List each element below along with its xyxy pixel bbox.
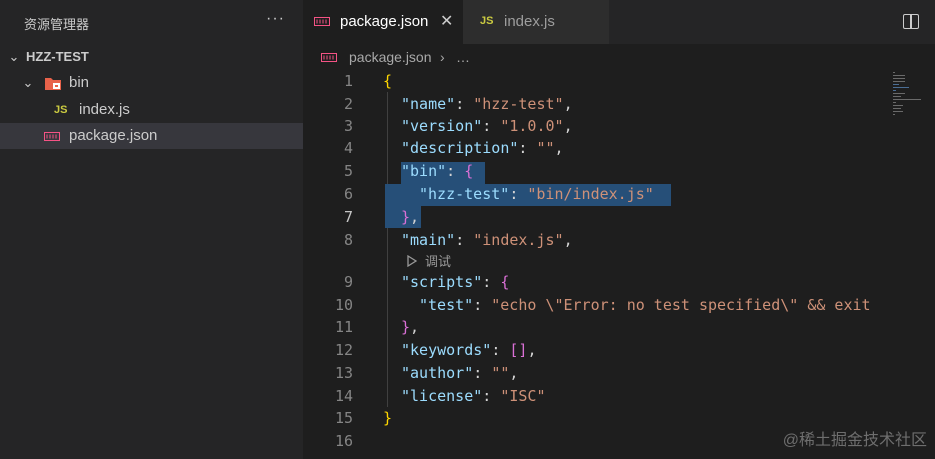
line-number: 2 (343, 95, 353, 113)
line-number: 5 (343, 162, 353, 180)
line-number: 3 (343, 117, 353, 135)
line-number: 15 (334, 409, 353, 427)
line-number: 16 (334, 432, 353, 450)
line-number: 6 (343, 185, 353, 203)
line-number: 1 (343, 72, 353, 90)
tab-label: index.js (504, 13, 555, 30)
code-line: }, (401, 208, 420, 226)
folder-label: bin (69, 74, 90, 91)
code-line: "hzz-test": "bin/index.js" (419, 185, 654, 203)
code-line: "author": "", (401, 364, 519, 382)
file-label: package.json (69, 127, 158, 144)
explorer-header: 资源管理器 ··· (0, 0, 303, 44)
line-number: 12 (334, 341, 353, 359)
close-icon[interactable]: ✕ (440, 11, 453, 31)
tab-index-js[interactable]: JS index.js (463, 0, 609, 44)
codelens-label: 调试 (425, 254, 452, 269)
json-file-icon (44, 132, 60, 141)
code-line: "test": "echo \"Error: no test specified… (419, 296, 871, 314)
code-line: "license": "ISC" (401, 387, 546, 405)
breadcrumb-more[interactable]: … (456, 44, 470, 70)
explorer-sidebar: 资源管理器 ··· ⌄ HZZ-TEST ⌄ bin JS index.js p… (0, 0, 303, 459)
code-line: "scripts": { (401, 273, 510, 291)
tree-root-hzz-test[interactable]: ⌄ HZZ-TEST (0, 44, 303, 70)
line-number: 9 (343, 273, 353, 291)
line-number: 13 (334, 364, 353, 382)
code-editor[interactable]: 1 2 3 4 5 6 7 8 9 10 11 12 13 14 15 16 {… (303, 70, 935, 459)
split-editor-icon[interactable] (903, 14, 919, 29)
js-file-icon: JS (54, 104, 68, 116)
tab-label: package.json (340, 13, 429, 30)
code-line: }, (401, 318, 420, 336)
breadcrumb: package.json › … (303, 44, 935, 70)
indent-guide (387, 92, 388, 407)
line-number: 14 (334, 387, 353, 405)
code-line: } (383, 409, 393, 427)
chevron-down-icon: ⌄ (8, 49, 20, 64)
line-number: 10 (334, 296, 353, 314)
js-file-icon: JS (480, 15, 494, 27)
more-actions-icon[interactable]: ··· (266, 10, 285, 28)
watermark: @稀土掘金技术社区 (782, 432, 927, 449)
tab-package-json[interactable]: package.json ✕ (303, 0, 463, 44)
line-number: 11 (334, 318, 353, 336)
line-number: 7 (343, 208, 353, 226)
breadcrumb-file[interactable]: package.json (349, 44, 432, 70)
file-label: index.js (79, 101, 130, 118)
breadcrumb-separator: › (440, 49, 445, 65)
code-line: { (383, 72, 393, 90)
code-line: "main": "index.js", (401, 231, 573, 249)
tree-folder-bin[interactable]: ⌄ bin (0, 70, 303, 96)
line-number: 8 (343, 231, 353, 249)
explorer-title: 资源管理器 (24, 17, 90, 32)
code-line: "name": "hzz-test", (401, 95, 573, 113)
line-number: 4 (343, 139, 353, 157)
tree-file-package-json[interactable]: package.json (0, 123, 303, 149)
chevron-down-icon: ⌄ (22, 75, 34, 90)
root-folder-label: HZZ-TEST (26, 49, 89, 64)
minimap[interactable] (893, 70, 933, 130)
json-file-icon (314, 17, 330, 26)
code-line: "version": "1.0.0", (401, 117, 573, 135)
code-line: "description": "", (401, 139, 564, 157)
folder-bin-icon (45, 78, 61, 90)
json-file-icon (321, 53, 337, 62)
code-line: "bin": { (401, 162, 474, 180)
play-icon (407, 255, 417, 267)
tree-file-index-js[interactable]: JS index.js (0, 97, 303, 123)
editor-tabs: package.json ✕ JS index.js (303, 0, 935, 44)
code-line: "keywords": [], (401, 341, 537, 359)
